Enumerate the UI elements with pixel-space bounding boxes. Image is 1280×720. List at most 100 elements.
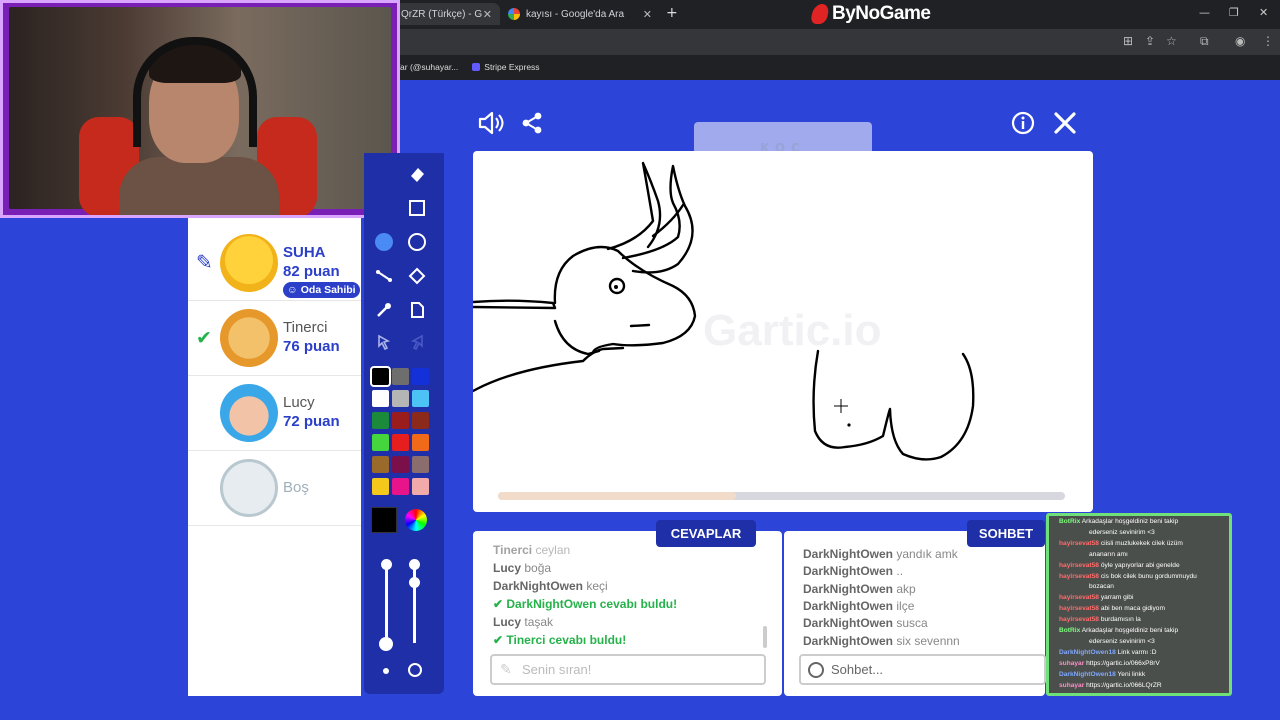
close-icon[interactable] — [1050, 108, 1080, 138]
color-swatch[interactable] — [372, 456, 389, 473]
player-row[interactable]: ✔ Tinerci 76 puan — [188, 301, 361, 376]
color-swatch[interactable] — [412, 434, 429, 451]
brush-size-slider[interactable] — [385, 563, 388, 643]
webcam-feed — [9, 7, 391, 215]
color-swatch[interactable] — [392, 456, 409, 473]
stream-chat-user: suhayar — [1059, 681, 1085, 689]
answer-input[interactable]: ✎ Senin sıran! — [490, 654, 766, 685]
stream-chat-line: ederseniz sevinirim <3 — [1089, 528, 1155, 537]
browser-tab-gartic[interactable]: QrZR (Türkçe) - G ✕ — [395, 3, 500, 25]
color-swatch[interactable] — [392, 390, 409, 407]
color-swatch[interactable] — [412, 412, 429, 429]
bookmark-star-icon[interactable]: ☆ — [1166, 34, 1177, 48]
stream-chat-line: hayirsevat58 abi ben maca gidiyom — [1059, 604, 1165, 613]
player-row-empty: Boş — [188, 451, 361, 526]
bookmark-label: Yar (@suhayar... — [395, 62, 459, 72]
chat-text: susca — [896, 616, 928, 631]
close-tab-icon[interactable]: ✕ — [483, 8, 492, 21]
browser-tab-google[interactable]: kayısı - Google'da Ara ✕ — [500, 3, 660, 25]
answer-user: Lucy — [493, 561, 522, 575]
slider-handle[interactable] — [409, 577, 420, 588]
slider-handle[interactable] — [381, 559, 392, 570]
undo-icon[interactable] — [371, 329, 397, 355]
color-swatch[interactable] — [372, 434, 389, 451]
player-row[interactable]: Lucy 72 puan — [188, 376, 361, 451]
answer-text: keçi — [586, 579, 608, 593]
bookmark-label: Stripe Express — [484, 62, 540, 72]
bookmark-item[interactable]: Stripe Express — [472, 62, 540, 72]
rectangle-tool-icon[interactable] — [404, 195, 430, 221]
stream-chat-user: BotRix — [1059, 627, 1081, 634]
chat-text: six sevennn — [896, 633, 960, 648]
profile-icon[interactable]: ◉ — [1235, 34, 1245, 48]
extensions-icon[interactable]: ⧉ — [1200, 34, 1209, 49]
info-icon[interactable] — [1008, 108, 1038, 138]
color-swatch[interactable] — [392, 434, 409, 451]
close-window-icon[interactable]: ✕ — [1259, 6, 1268, 19]
player-row[interactable]: ✎ SUHA 82 puan ☺ Oda Sahibi — [188, 226, 361, 301]
page-icon[interactable] — [404, 297, 430, 323]
stream-chat-line: hayirsevat58 yarram gibi — [1059, 593, 1133, 602]
drawing-canvas[interactable]: Gartic.io — [473, 151, 1093, 512]
chat-user: DarkNightOwen — [803, 616, 894, 631]
stream-chat-text: burdamısın la — [1100, 616, 1141, 624]
filled-circle-tool-icon[interactable] — [371, 229, 397, 255]
minimize-icon[interactable]: — — [1199, 6, 1210, 19]
stream-chat-text: ederseniz sevinirim <3 — [1089, 637, 1155, 645]
stream-chat-text: abi ben maca gidiyom — [1100, 605, 1165, 613]
color-swatch[interactable] — [392, 368, 409, 385]
color-swatch[interactable] — [372, 390, 389, 407]
player-score: 72 puan — [283, 413, 340, 430]
color-swatch[interactable] — [412, 478, 429, 495]
opacity-slider[interactable] — [413, 563, 416, 643]
current-color[interactable] — [371, 507, 397, 533]
circle-tool-icon[interactable] — [404, 229, 430, 255]
share-icon[interactable] — [517, 108, 547, 138]
new-tab-icon[interactable]: + — [666, 5, 678, 21]
redo-icon[interactable] — [404, 329, 430, 355]
translate-icon[interactable]: ⊞ — [1123, 34, 1133, 48]
chat-input[interactable]: Sohbet... — [799, 654, 1046, 685]
chat-text: .. — [896, 564, 904, 579]
stream-chat-text: bozacan — [1089, 583, 1114, 591]
maximize-icon[interactable]: ❐ — [1229, 6, 1239, 19]
bookmarks-bar: Yar (@suhayar... Stripe Express — [395, 58, 540, 76]
slider-handle[interactable] — [409, 559, 420, 570]
color-swatch[interactable] — [412, 368, 429, 385]
stream-chat-user: hayirsevat58 — [1059, 572, 1099, 580]
fill-bucket-icon[interactable] — [404, 263, 430, 289]
color-swatch[interactable] — [412, 390, 429, 407]
chat-user: DarkNightOwen — [803, 633, 894, 648]
close-tab-icon[interactable]: ✕ — [643, 8, 652, 21]
stream-chat-overlay: BotRix Arkadaşlar hoşgeldiniz beni takip… — [1046, 513, 1232, 696]
streamer-body — [119, 157, 279, 215]
color-wheel-icon[interactable] — [405, 509, 427, 531]
tab-answers[interactable]: CEVAPLAR — [656, 520, 756, 547]
progress-fill — [498, 492, 737, 500]
eyedropper-icon[interactable] — [371, 297, 397, 323]
answer-user: Lucy — [493, 615, 522, 629]
color-swatch[interactable] — [392, 412, 409, 429]
menu-icon[interactable]: ⋮ — [1262, 34, 1274, 48]
chat-user: DarkNightOwen — [803, 598, 894, 613]
eraser-icon[interactable] — [404, 161, 430, 187]
color-swatch[interactable] — [392, 478, 409, 495]
line-tool-icon[interactable] — [371, 263, 397, 289]
slider-handle[interactable] — [379, 637, 393, 651]
color-swatch[interactable] — [372, 412, 389, 429]
color-swatch[interactable] — [372, 478, 389, 495]
player-score: 82 puan — [283, 263, 340, 280]
answer-user: DarkNightOwen — [506, 597, 597, 611]
scrollbar[interactable] — [763, 626, 767, 648]
sound-icon[interactable] — [476, 108, 506, 138]
color-swatch[interactable] — [370, 366, 391, 387]
answer-user: Tinerci — [506, 633, 546, 647]
tab-chat[interactable]: SOHBET — [967, 520, 1045, 547]
cast-icon[interactable]: ⇪ — [1145, 34, 1155, 48]
chat-line: DarkNightOwen six sevennn — [803, 634, 960, 648]
stream-chat-text: yarram gibi — [1100, 594, 1134, 602]
color-swatch[interactable] — [412, 456, 429, 473]
chat-placeholder: Sohbet... — [831, 662, 884, 677]
bookmark-item[interactable]: Yar (@suhayar... — [395, 62, 458, 72]
headphones — [133, 37, 257, 147]
